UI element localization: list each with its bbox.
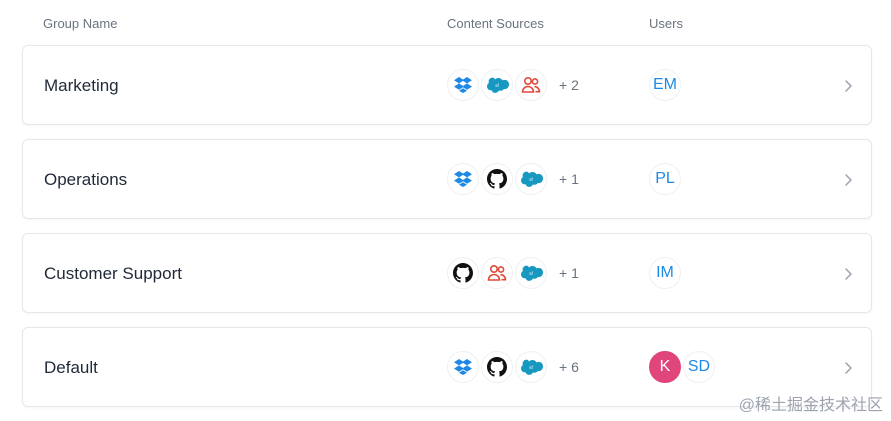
user-avatar[interactable]: EM (649, 69, 681, 101)
users-list: PL (649, 163, 683, 195)
watermark: @稀土掘金技术社区 (738, 397, 883, 414)
github-icon (481, 351, 513, 383)
more-sources-count: + 1 (559, 265, 579, 281)
user-avatar[interactable]: IM (649, 257, 681, 289)
content-sources: sf + 1 (447, 163, 579, 195)
dropbox-icon (447, 163, 479, 195)
user-avatar[interactable]: K (649, 351, 681, 383)
users-list: K SD (649, 351, 717, 383)
group-name: Marketing (44, 76, 119, 95)
salesforce-icon: sf (515, 163, 547, 195)
content-sources: sf + 1 (447, 257, 579, 289)
salesforce-icon: sf (515, 351, 547, 383)
people-icon (515, 69, 547, 101)
user-avatar[interactable]: PL (649, 163, 681, 195)
header-content-sources: Content Sources (447, 16, 544, 31)
salesforce-icon: sf (515, 257, 547, 289)
header-users: Users (649, 16, 683, 31)
github-icon (447, 257, 479, 289)
salesforce-icon: sf (481, 69, 513, 101)
group-name: Operations (44, 170, 128, 189)
group-name: Default (44, 358, 98, 377)
users-list: EM (649, 69, 683, 101)
people-icon (481, 257, 513, 289)
group-list-page: Group Name Content Sources Users Marketi… (0, 0, 891, 421)
github-icon (481, 163, 513, 195)
group-row[interactable]: Operations sf + 1 PL (22, 139, 872, 219)
group-name: Customer Support (44, 264, 182, 283)
group-row[interactable]: Customer Support sf + 1 IM (22, 233, 872, 313)
content-sources: sf + 2 (447, 69, 579, 101)
table-header: Group Name Content Sources Users (0, 16, 891, 34)
users-list: IM (649, 257, 683, 289)
content-sources: sf + 6 (447, 351, 579, 383)
group-row[interactable]: Marketing sf + 2 EM (22, 45, 872, 125)
dropbox-icon (447, 69, 479, 101)
chevron-right-icon[interactable] (843, 358, 855, 378)
more-sources-count: + 2 (559, 77, 579, 93)
chevron-right-icon[interactable] (843, 76, 855, 96)
dropbox-icon (447, 351, 479, 383)
chevron-right-icon[interactable] (843, 170, 855, 190)
user-avatar[interactable]: SD (683, 351, 715, 383)
header-group-name: Group Name (43, 16, 118, 31)
more-sources-count: + 1 (559, 171, 579, 187)
chevron-right-icon[interactable] (843, 264, 855, 284)
more-sources-count: + 6 (559, 359, 579, 375)
